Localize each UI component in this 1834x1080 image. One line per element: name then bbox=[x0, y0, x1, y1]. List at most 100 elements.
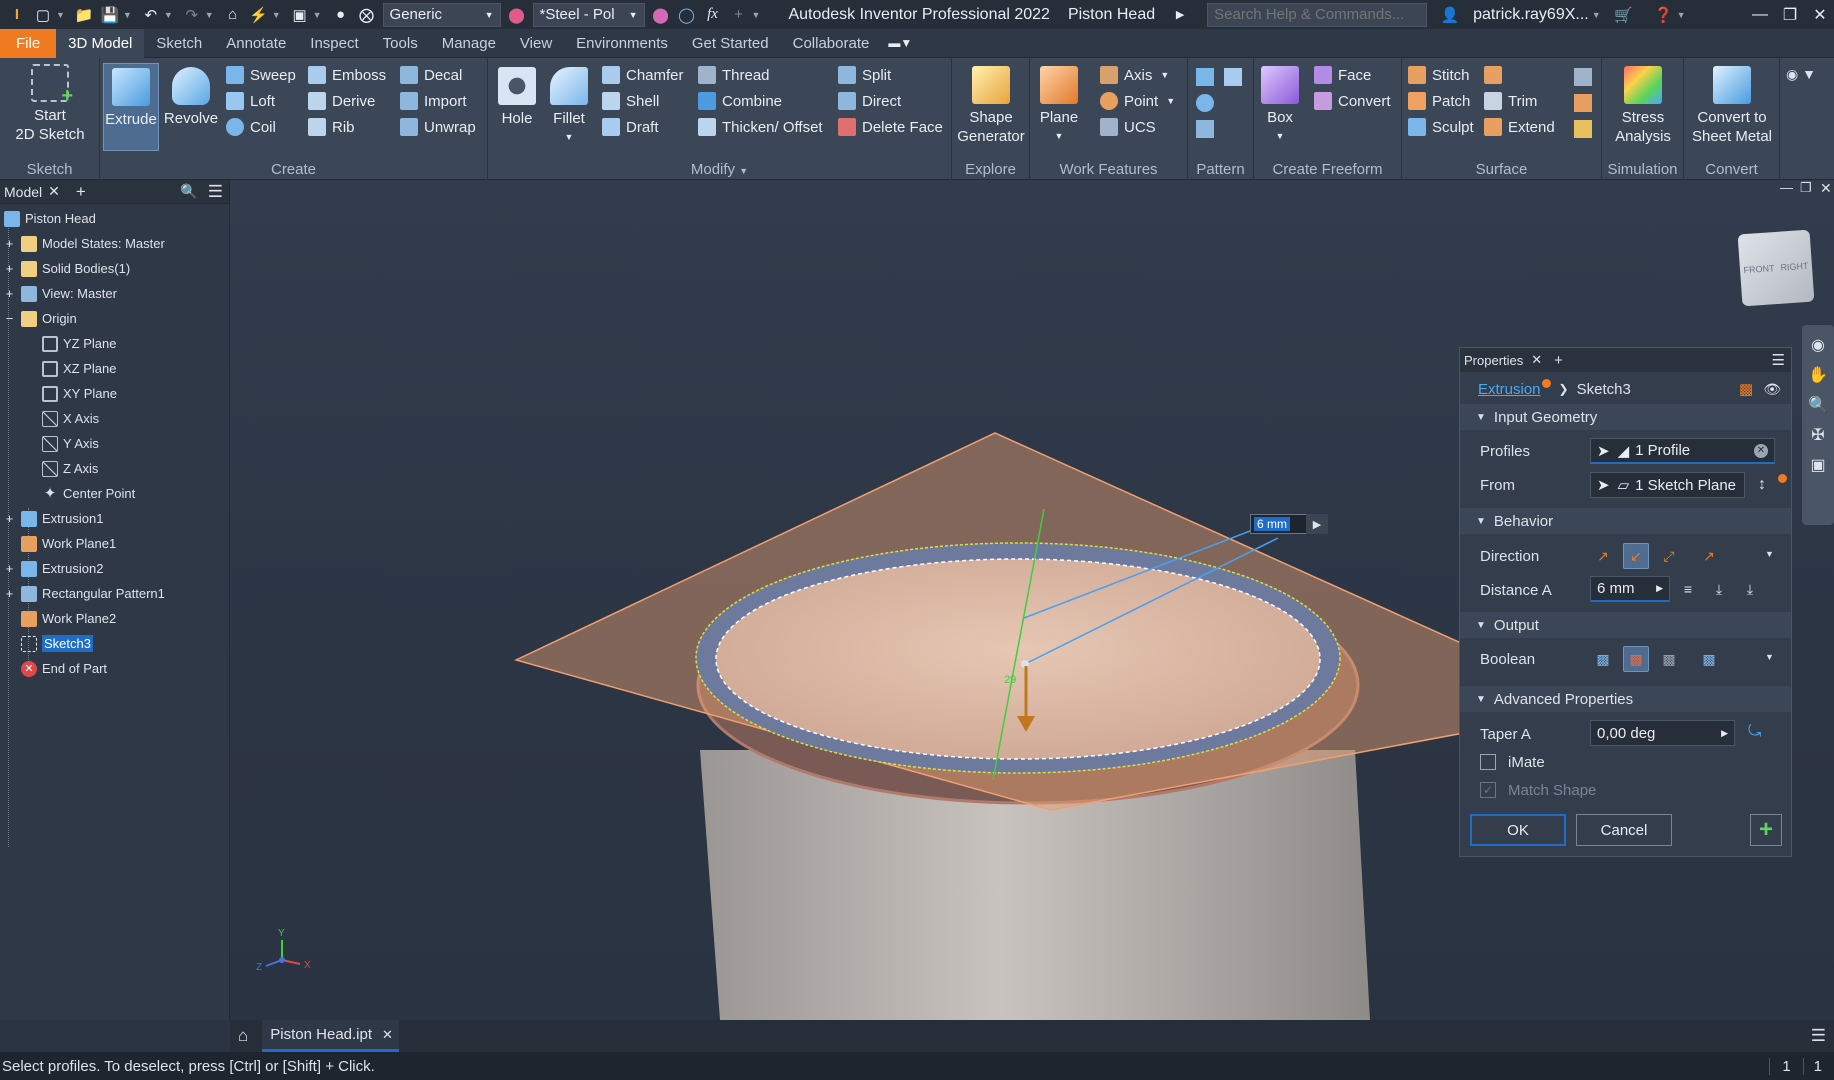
add-tab-icon[interactable]: + bbox=[1554, 352, 1563, 369]
cart-icon[interactable]: 🛒 bbox=[1613, 4, 1635, 26]
inventor-logo-icon[interactable]: I bbox=[6, 4, 28, 26]
extend-button[interactable]: Extend bbox=[1484, 118, 1555, 136]
tab-properties[interactable]: Properties bbox=[1464, 353, 1523, 368]
appearance-clear-icon[interactable]: ⨂ bbox=[356, 4, 378, 26]
section-behavior[interactable]: ▼ Behavior bbox=[1460, 508, 1791, 534]
tab-view[interactable]: View bbox=[508, 29, 564, 58]
stress-analysis-button[interactable]: Stress Analysis bbox=[1606, 66, 1680, 146]
derive-button[interactable]: Derive bbox=[308, 92, 375, 110]
tree-item-view[interactable]: + View: Master bbox=[0, 281, 117, 306]
help-icon[interactable]: ❓ bbox=[1653, 4, 1675, 26]
flip-side-icon[interactable]: ↕ bbox=[1758, 476, 1766, 494]
select-filter-icon[interactable]: ▣ bbox=[289, 4, 311, 26]
taper-input[interactable]: 0,00 deg ▶ bbox=[1590, 720, 1735, 746]
material-dropdown[interactable]: *Steel - Pol ▼ bbox=[532, 2, 645, 27]
loft-button[interactable]: Loft bbox=[226, 92, 275, 110]
repair-bodies-icon[interactable] bbox=[1574, 94, 1592, 112]
customize-caret-icon[interactable]: ▼ bbox=[752, 10, 761, 20]
patch-button[interactable]: Patch bbox=[1408, 92, 1470, 110]
emboss-button[interactable]: Emboss bbox=[308, 66, 386, 84]
distance-inline-edit[interactable]: 6 mm bbox=[1250, 514, 1310, 534]
fillet-caret-icon[interactable]: ▼ bbox=[565, 128, 574, 147]
thread-button[interactable]: Thread bbox=[698, 66, 770, 84]
undo-icon[interactable]: ↶ bbox=[140, 4, 162, 26]
eye-icon[interactable]: 👁 bbox=[1763, 381, 1781, 398]
tab-3d-model[interactable]: 3D Model bbox=[56, 28, 145, 58]
circular-pattern-icon[interactable] bbox=[1196, 94, 1214, 112]
expand-icon[interactable]: + bbox=[4, 586, 15, 601]
boolean-caret-icon[interactable]: ▼ bbox=[1765, 652, 1774, 662]
select-filter-caret-icon[interactable]: ▼ bbox=[313, 10, 322, 20]
tree-item-extrusion1[interactable]: + Extrusion1 bbox=[0, 506, 103, 531]
section-input-geometry[interactable]: ▼ Input Geometry bbox=[1460, 404, 1791, 430]
look-at-icon[interactable]: ▣ bbox=[1810, 455, 1825, 475]
save-caret-icon[interactable]: ▼ bbox=[123, 10, 132, 20]
restore-icon[interactable]: ❐ bbox=[1800, 180, 1812, 196]
draft-button[interactable]: Draft bbox=[602, 118, 659, 136]
expand-icon[interactable]: + bbox=[4, 286, 15, 301]
help-caret-icon[interactable]: ▼ bbox=[1677, 10, 1686, 20]
rectangular-pattern-icon[interactable] bbox=[1196, 68, 1214, 86]
tab-sketch[interactable]: Sketch bbox=[144, 29, 214, 58]
steering-wheel-icon[interactable]: ◉ bbox=[1811, 335, 1825, 355]
new-file-icon[interactable]: ▢ bbox=[32, 4, 54, 26]
ribbon-options-icon[interactable]: ◉ ▼ bbox=[1786, 66, 1816, 83]
box-button[interactable]: Box ▼ bbox=[1258, 66, 1302, 146]
presets-icon[interactable]: ▩ bbox=[1739, 380, 1753, 398]
tree-item-extrusion2[interactable]: + Extrusion2 bbox=[0, 556, 103, 581]
apply-add-icon[interactable]: + bbox=[1750, 814, 1782, 846]
close-icon[interactable]: ✕ bbox=[382, 1027, 393, 1043]
plane-button[interactable]: Plane ▼ bbox=[1034, 66, 1084, 146]
ucs-button[interactable]: UCS bbox=[1100, 118, 1156, 136]
save-icon[interactable]: 💾 bbox=[99, 4, 121, 26]
replace-face-icon[interactable] bbox=[1574, 68, 1592, 86]
imate-checkbox[interactable] bbox=[1480, 754, 1496, 770]
undo-caret-icon[interactable]: ▼ bbox=[164, 10, 173, 20]
direction-asymmetric-button[interactable]: ↗ bbox=[1696, 543, 1722, 569]
point-button[interactable]: Point ▼ bbox=[1100, 92, 1175, 110]
tab-manage[interactable]: Manage bbox=[430, 29, 508, 58]
thicken-offset-button[interactable]: Thicken/ Offset bbox=[698, 118, 823, 136]
color-override-icon[interactable]: ⬤ bbox=[506, 4, 528, 26]
clear-icon[interactable]: ✕ bbox=[1754, 443, 1768, 458]
revolve-button[interactable]: Revolve bbox=[162, 67, 220, 128]
clear-appearance-icon[interactable]: ◯ bbox=[676, 4, 698, 26]
tree-item-rectangular-pattern1[interactable]: + Rectangular Pattern1 bbox=[0, 581, 165, 606]
direction-symmetric-button[interactable]: ⤢ bbox=[1656, 543, 1682, 569]
tab-file[interactable]: File bbox=[0, 28, 57, 58]
collapse-icon[interactable]: − bbox=[4, 311, 15, 326]
tree-item-xz-plane[interactable]: XZ Plane bbox=[42, 356, 116, 381]
viewcube[interactable]: FRONT RIGHT bbox=[1737, 229, 1815, 307]
cancel-button[interactable]: Cancel bbox=[1576, 814, 1672, 846]
boolean-join-button[interactable]: ▩ bbox=[1590, 646, 1616, 672]
point-caret-icon[interactable]: ▼ bbox=[1166, 96, 1175, 106]
breadcrumb-sketch[interactable]: Sketch3 bbox=[1577, 381, 1631, 398]
tree-item-model-states[interactable]: + Model States: Master bbox=[0, 231, 165, 256]
direction-flipped-button[interactable]: ↙ bbox=[1623, 543, 1649, 569]
fit-mesh-face-icon[interactable] bbox=[1574, 120, 1592, 138]
update-icon[interactable]: ⚡ bbox=[248, 4, 270, 26]
boolean-new-solid-button[interactable]: ▩ bbox=[1696, 646, 1722, 672]
add-tab-icon[interactable]: + bbox=[76, 182, 86, 202]
user-icon[interactable]: 👤 bbox=[1439, 4, 1461, 26]
tree-item-yz-plane[interactable]: YZ Plane bbox=[42, 331, 116, 356]
expand-icon[interactable]: + bbox=[4, 561, 15, 576]
profiles-selector[interactable]: ➤ ◢ 1 Profile ✕ bbox=[1590, 438, 1775, 464]
tree-item-solid-bodies[interactable]: + Solid Bodies(1) bbox=[0, 256, 130, 281]
tab-model[interactable]: Model ✕ bbox=[0, 183, 64, 200]
expand-icon[interactable]: + bbox=[4, 236, 15, 251]
search-icon[interactable]: 🔍 bbox=[180, 183, 197, 200]
new-file-caret-icon[interactable]: ▼ bbox=[56, 10, 65, 20]
distance-between-button[interactable]: ⤓ bbox=[1737, 576, 1763, 602]
flip-taper-icon[interactable]: ⤿ bbox=[1748, 723, 1761, 741]
top-face[interactable] bbox=[715, 558, 1321, 760]
direction-default-button[interactable]: ↗ bbox=[1590, 543, 1616, 569]
ok-button[interactable]: OK bbox=[1470, 814, 1566, 846]
tab-collaborate[interactable]: Collaborate bbox=[781, 29, 882, 58]
axis-caret-icon[interactable]: ▼ bbox=[1160, 70, 1169, 80]
tree-item-end-of-part[interactable]: ✕ End of Part bbox=[21, 656, 107, 681]
shape-generator-button[interactable]: Shape Generator bbox=[956, 66, 1026, 146]
minimize-icon[interactable]: — bbox=[1780, 180, 1793, 195]
distance-to-button[interactable]: ≡ bbox=[1675, 576, 1701, 602]
tree-item-work-plane2[interactable]: Work Plane2 bbox=[21, 606, 116, 631]
